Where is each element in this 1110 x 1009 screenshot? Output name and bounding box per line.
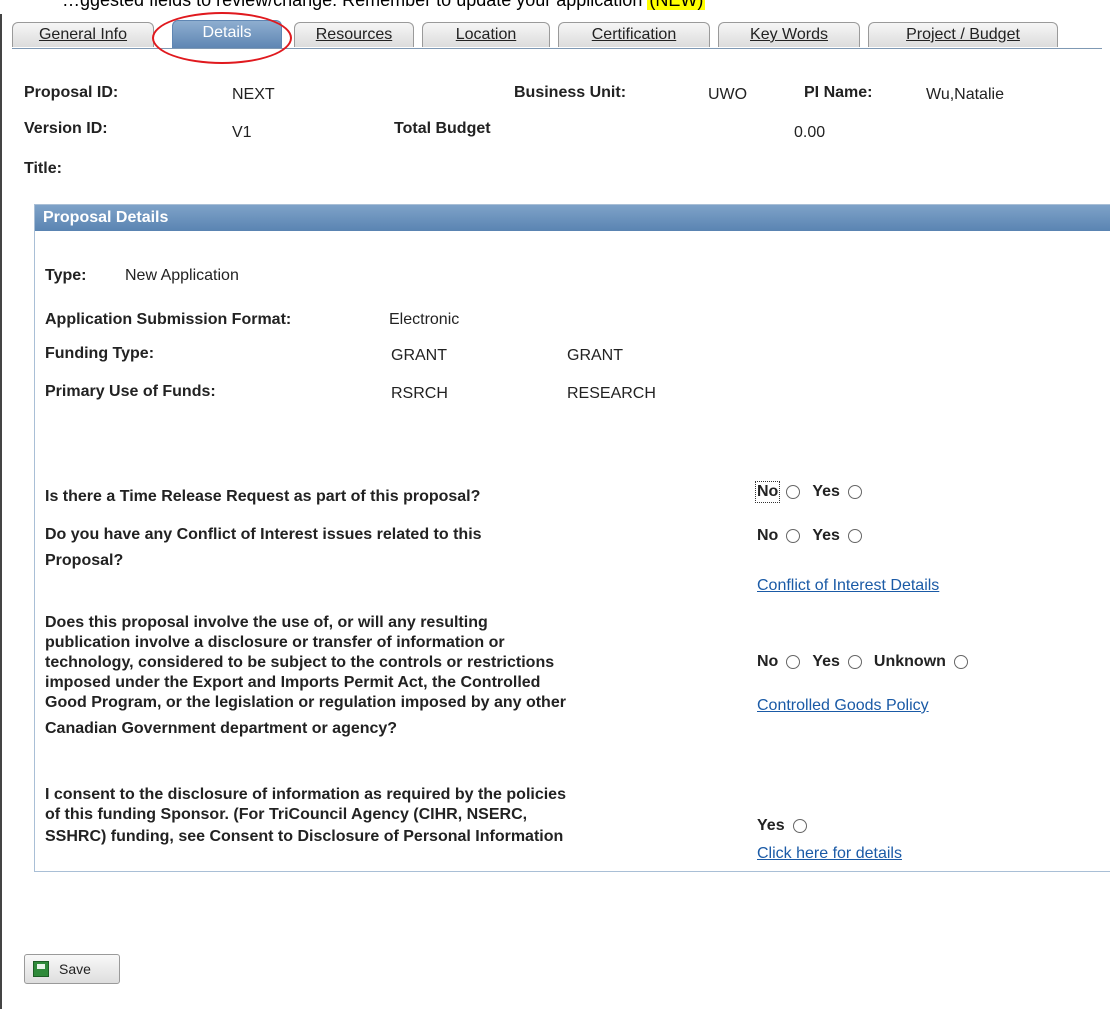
- export-question-line1: Does this proposal involve the use of, o…: [45, 614, 488, 631]
- use-of-funds-desc: RESEARCH: [567, 385, 656, 402]
- page: General Info Details Resources Location …: [0, 12, 1110, 1009]
- type-label: Type:: [45, 267, 87, 284]
- total-budget-label: Total Budget: [394, 120, 491, 137]
- tab-certification[interactable]: Certification: [558, 22, 710, 47]
- tab-location[interactable]: Location: [422, 22, 550, 47]
- option-no-label: No: [754, 481, 781, 503]
- funding-type-label: Funding Type:: [45, 345, 155, 362]
- option-yes-label: Yes: [812, 483, 840, 500]
- tab-resources[interactable]: Resources: [294, 22, 414, 47]
- option-yes-label: Yes: [812, 527, 840, 544]
- time-release-yes-radio[interactable]: [847, 485, 862, 499]
- proposal-details-group: Proposal Details Type: New Application A…: [34, 204, 1110, 872]
- funding-type-code: GRANT: [391, 347, 447, 364]
- export-yes-radio[interactable]: [847, 655, 862, 669]
- tab-general-info[interactable]: General Info: [12, 22, 154, 47]
- version-id-value: V1: [232, 124, 252, 141]
- option-unknown-label: Unknown: [873, 653, 946, 670]
- time-release-no-radio[interactable]: [786, 485, 801, 499]
- export-unknown-radio[interactable]: [953, 655, 968, 669]
- business-unit-value: UWO: [708, 86, 748, 103]
- save-icon: [33, 961, 49, 977]
- consent-question-line2: of this funding Sponsor. (For TriCouncil…: [45, 806, 528, 823]
- consent-details-link[interactable]: Click here for details: [757, 845, 902, 863]
- use-of-funds-label: Primary Use of Funds:: [45, 383, 216, 400]
- group-heading: Proposal Details: [35, 205, 1110, 231]
- type-value: New Application: [125, 267, 239, 284]
- controlled-goods-policy-link[interactable]: Controlled Goods Policy: [757, 697, 929, 715]
- export-question-line3: technology, considered to be subject to …: [45, 654, 555, 671]
- consent-yes-radio[interactable]: [792, 819, 807, 833]
- title-label: Title:: [24, 160, 62, 177]
- coi-no-radio[interactable]: [786, 529, 801, 543]
- option-yes-label: Yes: [812, 653, 840, 670]
- option-no-label: No: [757, 653, 779, 670]
- coi-yes-radio[interactable]: [847, 529, 862, 543]
- consent-options: Yes: [757, 817, 819, 835]
- save-button[interactable]: Save: [24, 954, 120, 984]
- submission-format-label: Application Submission Format:: [45, 311, 292, 328]
- instruction-text: …ggested fields to review/change. Rememb…: [62, 0, 643, 10]
- coi-question-line1: Do you have any Conflict of Interest iss…: [45, 526, 482, 543]
- consent-question-line3: SSHRC) funding, see Consent to Disclosur…: [45, 828, 564, 845]
- coi-question-line2: Proposal?: [45, 552, 124, 569]
- version-id-label: Version ID:: [24, 120, 108, 137]
- business-unit-label: Business Unit:: [514, 84, 627, 101]
- time-release-options: No Yes: [754, 481, 874, 503]
- pi-name-label: PI Name:: [804, 84, 873, 101]
- total-budget-value: 0.00: [794, 124, 826, 141]
- export-no-radio[interactable]: [786, 655, 801, 669]
- tab-project-budget[interactable]: Project / Budget: [868, 22, 1058, 47]
- proposal-id-label: Proposal ID:: [24, 84, 119, 101]
- export-question-line5: Good Program, or the legislation or regu…: [45, 694, 566, 711]
- export-options: No Yes Unknown: [757, 653, 980, 671]
- submission-format-value: Electronic: [389, 311, 460, 328]
- proposal-id-value: NEXT: [232, 86, 275, 103]
- export-question-line4: imposed under the Export and Imports Per…: [45, 674, 541, 691]
- save-button-label: Save: [59, 961, 91, 977]
- export-question-line2: publication involve a disclosure or tran…: [45, 634, 505, 651]
- time-release-question: Is there a Time Release Request as part …: [45, 488, 481, 505]
- use-of-funds-code: RSRCH: [391, 385, 448, 402]
- pi-name-value: Wu,Natalie: [926, 86, 1004, 103]
- export-question-line6: Canadian Government department or agency…: [45, 720, 398, 737]
- coi-details-link[interactable]: Conflict of Interest Details: [757, 577, 939, 595]
- funding-type-desc: GRANT: [567, 347, 623, 364]
- highlight-circle: [152, 12, 292, 64]
- coi-options: No Yes: [757, 527, 874, 545]
- instruction-note: …ggested fields to review/change. Rememb…: [0, 0, 1110, 14]
- option-no-label: No: [757, 527, 779, 544]
- consent-question-line1: I consent to the disclosure of informati…: [45, 786, 566, 803]
- new-highlight: (NEW): [647, 0, 706, 10]
- option-yes-label: Yes: [757, 817, 785, 834]
- tab-key-words[interactable]: Key Words: [718, 22, 860, 47]
